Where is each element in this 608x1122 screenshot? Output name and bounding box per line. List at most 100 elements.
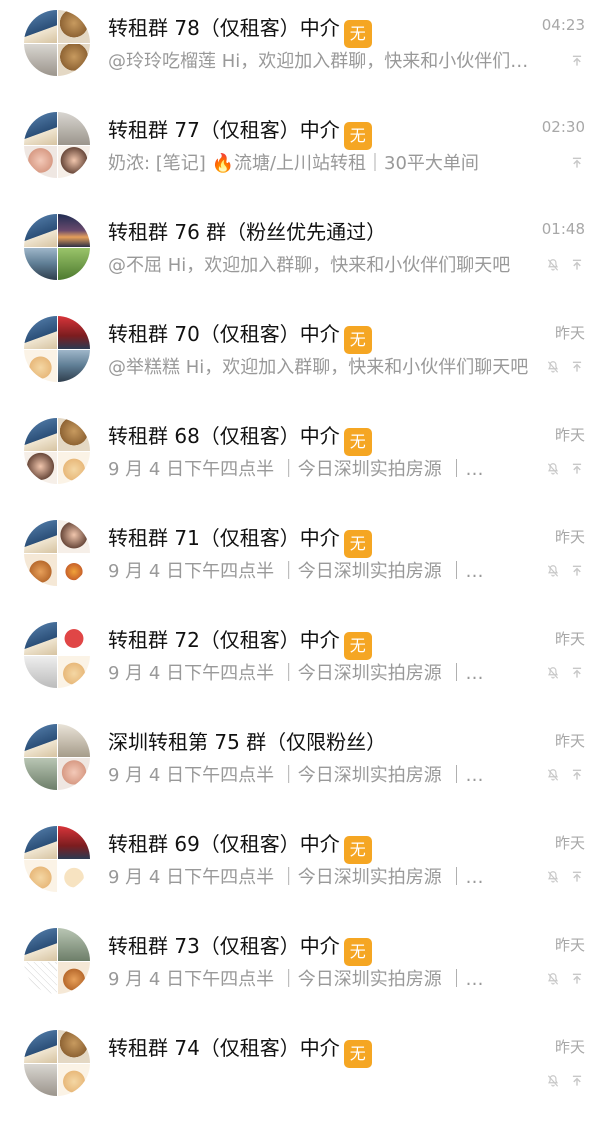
agent-badge: 无 [343, 20, 372, 48]
chat-time: 昨天 [554, 834, 585, 852]
avatar-tile [24, 757, 57, 790]
chat-time: 昨天 [554, 1038, 585, 1056]
avatar-tile [24, 520, 57, 553]
chat-status-icons [546, 768, 584, 782]
bell-off-icon [546, 972, 560, 986]
chat-list-item[interactable]: 转租群 74（仅租客）中介无 昨天 [0, 1020, 608, 1122]
group-avatar[interactable] [24, 928, 90, 994]
chat-time: 昨天 [554, 324, 585, 342]
pin-top-icon [570, 564, 584, 578]
avatar-tile [57, 655, 90, 688]
chat-list: 转租群 78（仅租客）中介无 04:23 @玲玲吃榴莲 Hi，欢迎加入群聊，快来和小… [0, 0, 608, 1096]
avatar-tile [57, 961, 90, 994]
avatar-tile [57, 43, 90, 76]
chat-name: 转租群 76 群（粉丝优先通过） [108, 218, 386, 246]
avatar-tile [57, 451, 90, 484]
avatar-tile [24, 928, 57, 961]
chat-list-item[interactable]: 深圳转租第 75 群（仅限粉丝） 昨天 9 月 4 日下午四点半 ｜今日深圳实拍房源… [0, 714, 608, 816]
chat-status-icons [546, 462, 584, 476]
chat-preview: 9 月 4 日下午四点半 ｜今日深圳实拍房源 ｜… [108, 765, 484, 786]
agent-badge: 无 [343, 326, 372, 354]
chat-name-text: 转租群 72（仅租客）中介 [108, 628, 340, 652]
chat-status-icons [570, 54, 584, 68]
pin-top-icon [570, 972, 584, 986]
avatar-tile [57, 145, 90, 178]
avatar-tile [57, 112, 90, 145]
group-avatar[interactable] [24, 316, 90, 382]
avatar-tile [24, 1030, 57, 1063]
chat-name: 转租群 78（仅租客）中介无 [108, 14, 372, 48]
chat-status-icons [546, 564, 584, 578]
chat-name-text: 转租群 78（仅租客）中介 [108, 16, 340, 40]
avatar-tile [57, 10, 90, 43]
avatar-tile [57, 1063, 90, 1096]
group-avatar[interactable] [24, 112, 90, 178]
chat-time: 01:48 [541, 220, 585, 238]
agent-badge: 无 [343, 836, 372, 864]
chat-list-item[interactable]: 转租群 71（仅租客）中介无 昨天 9 月 4 日下午四点半 ｜今日深圳实拍房源 ｜… [0, 510, 608, 612]
avatar-tile [24, 43, 57, 76]
chat-list-item[interactable]: 转租群 70（仅租客）中介无 昨天 @举糕糕 Hi，欢迎加入群聊，快来和小伙伴们聊天… [0, 306, 608, 408]
group-avatar[interactable] [24, 214, 90, 280]
chat-list-item[interactable]: 转租群 78（仅租客）中介无 04:23 @玲玲吃榴莲 Hi，欢迎加入群聊，快来和小… [0, 0, 608, 102]
avatar-tile [24, 961, 57, 994]
pin-top-icon [570, 768, 584, 782]
chat-name: 转租群 68（仅租客）中介无 [108, 422, 372, 456]
chat-name: 深圳转租第 75 群（仅限粉丝） [108, 728, 386, 756]
pin-top-icon [570, 258, 584, 272]
group-avatar[interactable] [24, 520, 90, 586]
avatar-tile [57, 214, 90, 247]
group-avatar[interactable] [24, 10, 90, 76]
chat-status-icons [546, 258, 584, 272]
chat-status-icons [546, 1074, 584, 1088]
chat-preview: 9 月 4 日下午四点半 ｜今日深圳实拍房源 ｜… [108, 459, 484, 480]
avatar-tile [57, 1030, 90, 1063]
chat-preview: @不屈 Hi，欢迎加入群聊，快来和小伙伴们聊天吧 [108, 255, 511, 276]
group-avatar[interactable] [24, 622, 90, 688]
chat-list-item[interactable]: 转租群 76 群（粉丝优先通过） 01:48 @不屈 Hi，欢迎加入群聊，快来和小伙… [0, 204, 608, 306]
avatar-tile [57, 859, 90, 892]
bell-off-icon [546, 462, 560, 476]
avatar-tile [57, 622, 90, 655]
agent-badge: 无 [343, 428, 372, 456]
group-avatar[interactable] [24, 418, 90, 484]
avatar-tile [24, 622, 57, 655]
chat-name-text: 深圳转租第 75 群（仅限粉丝） [108, 730, 387, 754]
pin-top-icon [570, 666, 584, 680]
chat-name-text: 转租群 70（仅租客）中介 [108, 322, 340, 346]
agent-badge: 无 [343, 938, 372, 966]
avatar-tile [57, 316, 90, 349]
chat-time: 昨天 [554, 528, 585, 546]
bell-off-icon [546, 870, 560, 884]
chat-name-text: 转租群 76 群（粉丝优先通过） [108, 220, 387, 244]
avatar-tile [24, 724, 57, 757]
group-avatar[interactable] [24, 826, 90, 892]
avatar-tile [57, 418, 90, 451]
pin-top-icon [570, 54, 584, 68]
chat-status-icons [546, 870, 584, 884]
chat-time: 04:23 [541, 16, 585, 34]
group-avatar[interactable] [24, 724, 90, 790]
chat-name: 转租群 77（仅租客）中介无 [108, 116, 372, 150]
chat-name-text: 转租群 73（仅租客）中介 [108, 934, 340, 958]
avatar-tile [24, 145, 57, 178]
chat-list-item[interactable]: 转租群 69（仅租客）中介无 昨天 9 月 4 日下午四点半 ｜今日深圳实拍房源 ｜… [0, 816, 608, 918]
chat-list-item[interactable]: 转租群 77（仅租客）中介无 02:30 奶浓: [笔记] 🔥流塘/上川站转租｜30… [0, 102, 608, 204]
avatar-tile [57, 553, 90, 586]
pin-top-icon [570, 360, 584, 374]
avatar-tile [57, 757, 90, 790]
chat-list-item[interactable]: 转租群 73（仅租客）中介无 昨天 9 月 4 日下午四点半 ｜今日深圳实拍房源 ｜… [0, 918, 608, 1020]
bell-off-icon [546, 768, 560, 782]
chat-status-icons [546, 972, 584, 986]
chat-name: 转租群 71（仅租客）中介无 [108, 524, 372, 558]
chat-preview: 奶浓: [笔记] 🔥流塘/上川站转租｜30平大单间 [108, 153, 479, 174]
bell-off-icon [546, 258, 560, 272]
chat-list-item[interactable]: 转租群 68（仅租客）中介无 昨天 9 月 4 日下午四点半 ｜今日深圳实拍房源 ｜… [0, 408, 608, 510]
bell-off-icon [546, 360, 560, 374]
avatar-tile [24, 418, 57, 451]
chat-name-text: 转租群 74（仅租客）中介 [108, 1036, 340, 1060]
group-avatar[interactable] [24, 1030, 90, 1096]
chat-preview: 9 月 4 日下午四点半 ｜今日深圳实拍房源 ｜… [108, 969, 484, 990]
pin-top-icon [570, 156, 584, 170]
chat-list-item[interactable]: 转租群 72（仅租客）中介无 昨天 9 月 4 日下午四点半 ｜今日深圳实拍房源 ｜… [0, 612, 608, 714]
